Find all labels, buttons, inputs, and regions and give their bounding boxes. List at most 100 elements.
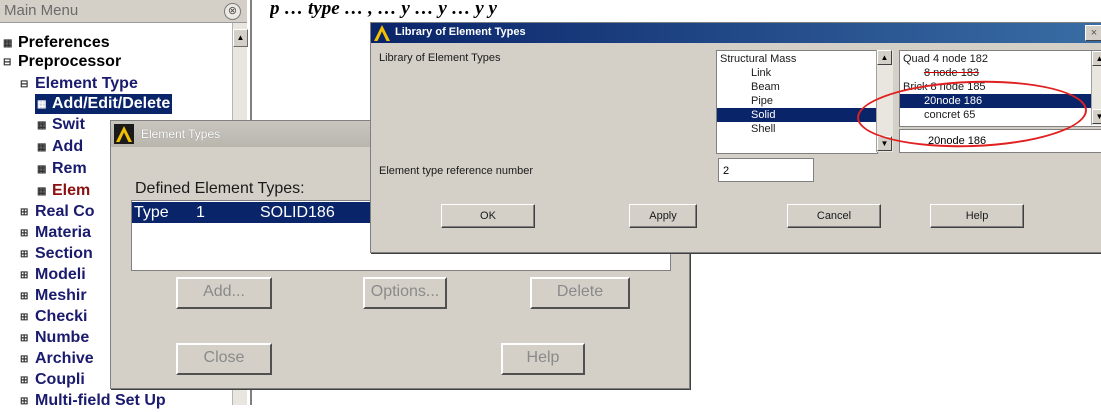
menu-item-label: Rem — [52, 160, 87, 177]
menu-leaf-icon: ▦ — [3, 38, 13, 49]
close-button[interactable]: Close — [176, 343, 272, 375]
add-button[interactable]: Add... — [176, 277, 272, 309]
menu-item-real-constants[interactable]: ⊞ Real Co — [20, 202, 95, 222]
expand-tree-icon: ⊞ — [20, 207, 29, 218]
scroll-up-arrow-icon[interactable]: ▲ — [1092, 51, 1101, 66]
list-item[interactable]: 8 node 183 — [924, 66, 979, 80]
document-text-fragment: p … type … , … y … y … y y — [270, 0, 497, 18]
menu-item-element-type[interactable]: ⊟ Element Type — [20, 74, 138, 94]
menu-item-label: Numbe — [35, 329, 90, 346]
collapse-tree-icon: ⊟ — [3, 57, 12, 68]
menu-item-label: Swit — [52, 116, 85, 133]
list-item[interactable]: Beam — [751, 80, 780, 94]
element-type-number: 1 — [196, 204, 205, 221]
expand-tree-icon: ⊞ — [20, 291, 29, 302]
ansys-logo-icon — [374, 25, 390, 41]
apply-button[interactable]: Apply — [629, 204, 697, 228]
help-button[interactable]: Help — [930, 204, 1024, 228]
library-of-element-types-label: Library of Element Types — [379, 52, 501, 64]
list-item[interactable]: Link — [751, 66, 771, 80]
menu-item-label: Real Co — [35, 203, 95, 220]
element-types-title: Element Types — [141, 127, 221, 141]
list-item[interactable]: Structural Mass — [720, 52, 796, 66]
menu-item-sections[interactable]: ⊞ Section — [20, 244, 93, 264]
list-item-selected[interactable]: Solid — [717, 108, 877, 122]
menu-leaf-icon: ▦ — [37, 142, 47, 153]
menu-item-add-dof[interactable]: ▦ Add — [37, 137, 83, 157]
menu-item-label: Archive — [35, 350, 94, 367]
menu-item-label: Multi-field Set Up — [35, 392, 166, 409]
menu-item-label: Add/Edit/Delete — [52, 95, 171, 112]
collapse-icon[interactable]: ⊗ — [224, 3, 241, 20]
element-type-reference-number-input[interactable]: 2 — [718, 158, 814, 182]
help-button[interactable]: Help — [501, 343, 585, 375]
element-type-reference-number-label: Element type reference number — [379, 165, 534, 177]
list-item[interactable]: Quad 4 node 182 — [903, 52, 988, 66]
menu-item-label: Elem — [52, 182, 91, 199]
main-menu-title-bar: Main Menu ⊗ — [0, 0, 247, 23]
library-title: Library of Element Types — [395, 26, 526, 38]
list-item[interactable]: Pipe — [751, 94, 773, 108]
expand-tree-icon: ⊞ — [20, 270, 29, 281]
menu-item-numbering-ctrls[interactable]: ⊞ Numbe — [20, 328, 89, 348]
help-button-label: Help — [526, 349, 560, 366]
menu-item-remove-dof[interactable]: ▦ Rem — [37, 159, 87, 179]
menu-item-material-props[interactable]: ⊞ Materia — [20, 223, 91, 243]
menu-item-label: Modeli — [35, 266, 86, 283]
defined-element-types-label: Defined Element Types: — [135, 180, 305, 197]
menu-leaf-icon: ▦ — [37, 99, 47, 110]
menu-item-modeling[interactable]: ⊞ Modeli — [20, 265, 86, 285]
ansys-logo-mark — [116, 126, 132, 142]
menu-item-multi-field-set-up[interactable]: ⊞ Multi-field Set Up — [20, 391, 166, 411]
menu-item-coupling-eqns[interactable]: ⊞ Coupli — [20, 370, 85, 390]
scroll-down-arrow-icon[interactable]: ▼ — [1092, 109, 1101, 124]
menu-item-add-edit-delete[interactable]: ▦ Add/Edit/Delete — [35, 94, 173, 114]
menu-item-meshing[interactable]: ⊞ Meshir — [20, 286, 87, 306]
scroll-up-arrow-icon[interactable]: ▲ — [877, 50, 892, 65]
ok-button[interactable]: OK — [441, 204, 535, 228]
menu-leaf-icon: ▦ — [37, 164, 47, 175]
element-scrollbar[interactable]: ▲ ▼ — [1091, 51, 1101, 125]
add-button-label: Add... — [203, 283, 245, 300]
expand-tree-icon: ⊞ — [20, 375, 29, 386]
scroll-up-arrow-icon[interactable]: ▲ — [233, 29, 248, 47]
ansys-logo-mark — [374, 25, 390, 41]
menu-item-checking-ctrls[interactable]: ⊞ Checki — [20, 307, 87, 327]
expand-tree-icon: ⊞ — [20, 354, 29, 365]
menu-item-preprocessor[interactable]: ⊟ Preprocessor — [3, 52, 121, 72]
menu-item-label: Preprocessor — [18, 53, 122, 70]
cancel-button[interactable]: Cancel — [787, 204, 881, 228]
menu-item-label: Coupli — [35, 371, 85, 388]
menu-item-switch-element-type[interactable]: ▦ Swit — [37, 115, 85, 135]
menu-item-archive-model[interactable]: ⊞ Archive — [20, 349, 94, 369]
expand-tree-icon: ⊞ — [20, 312, 29, 323]
expand-tree-icon: ⊞ — [20, 396, 29, 407]
close-icon[interactable]: × — [1085, 25, 1101, 41]
delete-button-label: Delete — [556, 283, 604, 300]
list-item[interactable]: Type 1 SOLID186 — [132, 202, 392, 223]
expand-tree-icon: ⊞ — [20, 333, 29, 344]
close-button-label: Close — [203, 349, 245, 366]
collapse-tree-icon: ⊟ — [20, 79, 29, 90]
menu-item-label: Section — [35, 245, 93, 262]
list-item[interactable]: Shell — [751, 122, 775, 136]
expand-tree-icon: ⊞ — [20, 228, 29, 239]
element-type-label: Type — [134, 204, 169, 221]
library-title-bar[interactable]: Library of Element Types × — [371, 23, 1101, 43]
menu-leaf-icon: ▦ — [37, 186, 47, 197]
delete-button[interactable]: Delete — [530, 277, 630, 309]
menu-item-elem-tech-control[interactable]: ▦ Elem — [37, 181, 90, 201]
menu-item-label: Preferences — [18, 34, 110, 51]
menu-item-label: Add — [52, 138, 84, 155]
element-type-name: SOLID186 — [260, 204, 335, 221]
menu-item-preferences[interactable]: ▦ Preferences — [3, 33, 110, 53]
options-button[interactable]: Options... — [363, 277, 447, 309]
options-button-label: Options... — [370, 283, 440, 300]
menu-leaf-icon: ▦ — [37, 120, 47, 131]
menu-item-label: Materia — [35, 224, 92, 241]
element-category-list[interactable]: Structural Mass Link Beam Pipe Solid She… — [716, 50, 878, 154]
ansys-logo-icon — [114, 124, 134, 144]
menu-item-label: Element Type — [35, 75, 138, 92]
menu-item-label: Meshir — [35, 287, 87, 304]
expand-tree-icon: ⊞ — [20, 249, 29, 260]
